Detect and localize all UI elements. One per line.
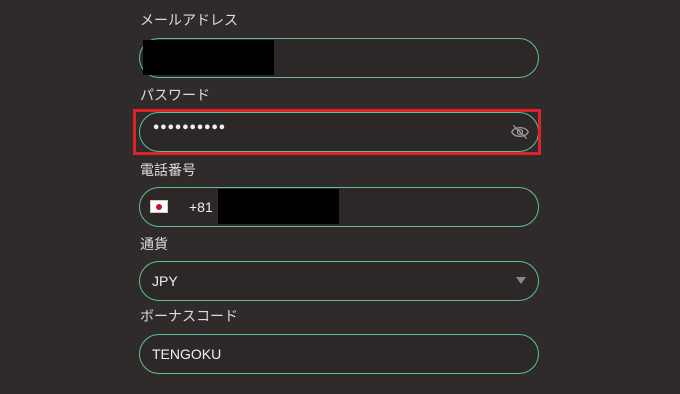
- japan-flag-icon[interactable]: [150, 200, 168, 213]
- chevron-down-icon[interactable]: [516, 277, 526, 284]
- email-redaction: [143, 40, 274, 75]
- bonus-code-label: ボーナスコード: [140, 309, 238, 325]
- phone-label: 電話番号: [140, 163, 196, 179]
- bonus-code-input[interactable]: TENGOKU: [139, 334, 539, 374]
- password-label: パスワード: [140, 88, 210, 104]
- currency-selected-value: JPY: [152, 273, 178, 289]
- password-highlight-box: [133, 109, 541, 155]
- currency-select[interactable]: JPY: [139, 261, 539, 301]
- email-label: メールアドレス: [140, 13, 238, 29]
- bonus-code-value: TENGOKU: [152, 346, 222, 362]
- phone-field[interactable]: +81: [139, 187, 539, 227]
- phone-redaction: [218, 189, 339, 224]
- phone-country-code: +81: [189, 199, 213, 215]
- currency-label: 通貨: [140, 237, 168, 253]
